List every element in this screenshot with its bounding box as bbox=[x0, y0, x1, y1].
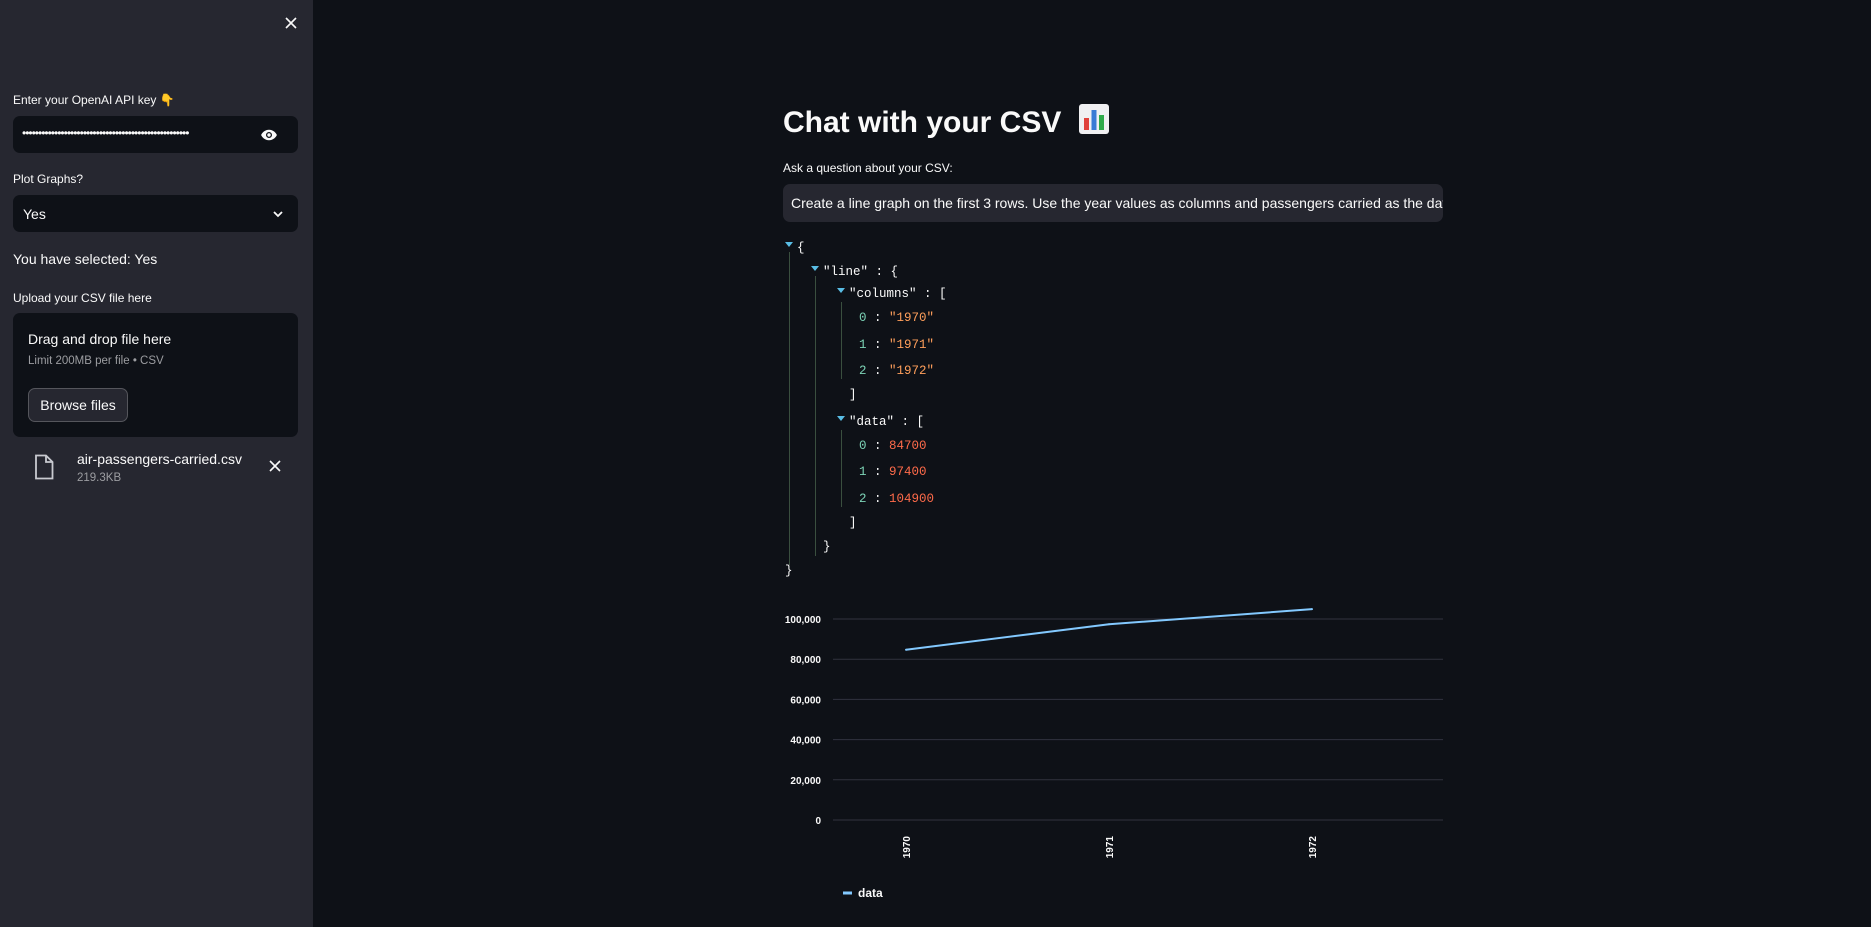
api-key-input[interactable]: ••••••••••••••••••••••••••••••••••••••••… bbox=[13, 116, 298, 153]
json-line-key: "line" : { bbox=[823, 265, 899, 279]
browse-files-button[interactable]: Browse files bbox=[28, 388, 128, 422]
json-close-brace: } bbox=[785, 564, 793, 578]
file-name: air-passengers-carried.csv bbox=[77, 451, 242, 467]
plot-graphs-value: Yes bbox=[23, 206, 46, 222]
x-tick-label: 1971 bbox=[1105, 836, 1116, 859]
question-input[interactable]: Create a line graph on the first 3 rows.… bbox=[783, 184, 1443, 222]
show-password-icon[interactable] bbox=[260, 126, 278, 144]
data-point bbox=[1108, 623, 1110, 626]
uploaded-file: air-passengers-carried.csv 219.3KB bbox=[13, 448, 298, 492]
selected-text: You have selected: Yes bbox=[13, 251, 158, 267]
json-open-brace: { bbox=[797, 241, 805, 255]
json-column-item: 0 : "1970" bbox=[859, 311, 935, 325]
page-title-text: Chat with your CSV bbox=[783, 106, 1062, 139]
bar-chart-icon bbox=[1078, 104, 1109, 134]
chevron-down-icon[interactable] bbox=[271, 207, 285, 221]
plot-graphs-label: Plot Graphs? bbox=[13, 172, 84, 186]
file-icon bbox=[35, 454, 54, 480]
json-guide-line bbox=[841, 302, 842, 379]
y-tick-label: 80,000 bbox=[790, 655, 821, 666]
series-line bbox=[905, 608, 1313, 651]
dropzone-hint: Limit 200MB per file • CSV bbox=[28, 355, 164, 367]
json-data-item: 1 : 97400 bbox=[859, 465, 927, 479]
y-tick-label: 60,000 bbox=[790, 695, 821, 706]
json-data-item: 0 : 84700 bbox=[859, 439, 927, 453]
dropzone-title: Drag and drop file here bbox=[28, 331, 172, 347]
x-tick-label: 1972 bbox=[1308, 836, 1319, 859]
y-tick-label: 40,000 bbox=[790, 736, 821, 747]
json-data-key: "data" : [ bbox=[849, 415, 925, 429]
collapse-toggle-icon[interactable] bbox=[837, 416, 845, 421]
data-point bbox=[905, 648, 907, 651]
json-data-item: 2 : 104900 bbox=[859, 492, 935, 506]
file-size: 219.3KB bbox=[77, 472, 122, 484]
json-close-bracket: ] bbox=[849, 516, 857, 530]
collapse-toggle-icon[interactable] bbox=[837, 288, 845, 293]
api-key-label: Enter your OpenAI API key 👇 bbox=[13, 93, 175, 107]
json-guide-line bbox=[841, 430, 842, 507]
api-key-value[interactable]: ••••••••••••••••••••••••••••••••••••••••… bbox=[22, 125, 258, 141]
remove-file-icon[interactable] bbox=[267, 458, 283, 474]
y-tick-label: 0 bbox=[815, 816, 821, 827]
collapse-toggle-icon[interactable] bbox=[811, 266, 819, 271]
json-column-item: 1 : "1971" bbox=[859, 338, 935, 352]
question-value[interactable]: Create a line graph on the first 3 rows.… bbox=[791, 195, 1443, 211]
y-tick-label: 20,000 bbox=[790, 776, 821, 787]
x-tick-label: 1970 bbox=[902, 836, 913, 859]
data-point bbox=[1311, 608, 1313, 611]
main-content: Chat with your CSV Ask a question about … bbox=[313, 0, 1871, 927]
json-close-brace: } bbox=[823, 540, 831, 554]
upload-label: Upload your CSV file here bbox=[13, 291, 152, 305]
close-sidebar-icon[interactable] bbox=[280, 12, 302, 34]
sidebar: Enter your OpenAI API key 👇 ••••••••••••… bbox=[0, 0, 313, 927]
json-column-item: 2 : "1972" bbox=[859, 364, 935, 378]
collapse-toggle-icon[interactable] bbox=[785, 242, 793, 247]
json-close-bracket: ] bbox=[849, 388, 857, 402]
json-guide-line bbox=[815, 276, 816, 556]
plot-graphs-select[interactable]: Yes bbox=[13, 195, 298, 232]
file-dropzone[interactable]: Drag and drop file here Limit 200MB per … bbox=[13, 313, 298, 437]
chart-svg: 0 20,000 40,000 60,000 80,000 100,000 1970 1971… bbox=[785, 608, 1443, 900]
json-columns-key: "columns" : [ bbox=[849, 287, 947, 301]
y-tick-label: 100,000 bbox=[785, 615, 822, 626]
question-label: Ask a question about your CSV: bbox=[783, 161, 953, 175]
line-chart: 0 20,000 40,000 60,000 80,000 100,000 1970 1971… bbox=[783, 600, 1443, 920]
json-guide-line bbox=[789, 252, 790, 565]
legend-label: data bbox=[858, 886, 883, 900]
page-title: Chat with your CSV bbox=[783, 103, 1110, 140]
